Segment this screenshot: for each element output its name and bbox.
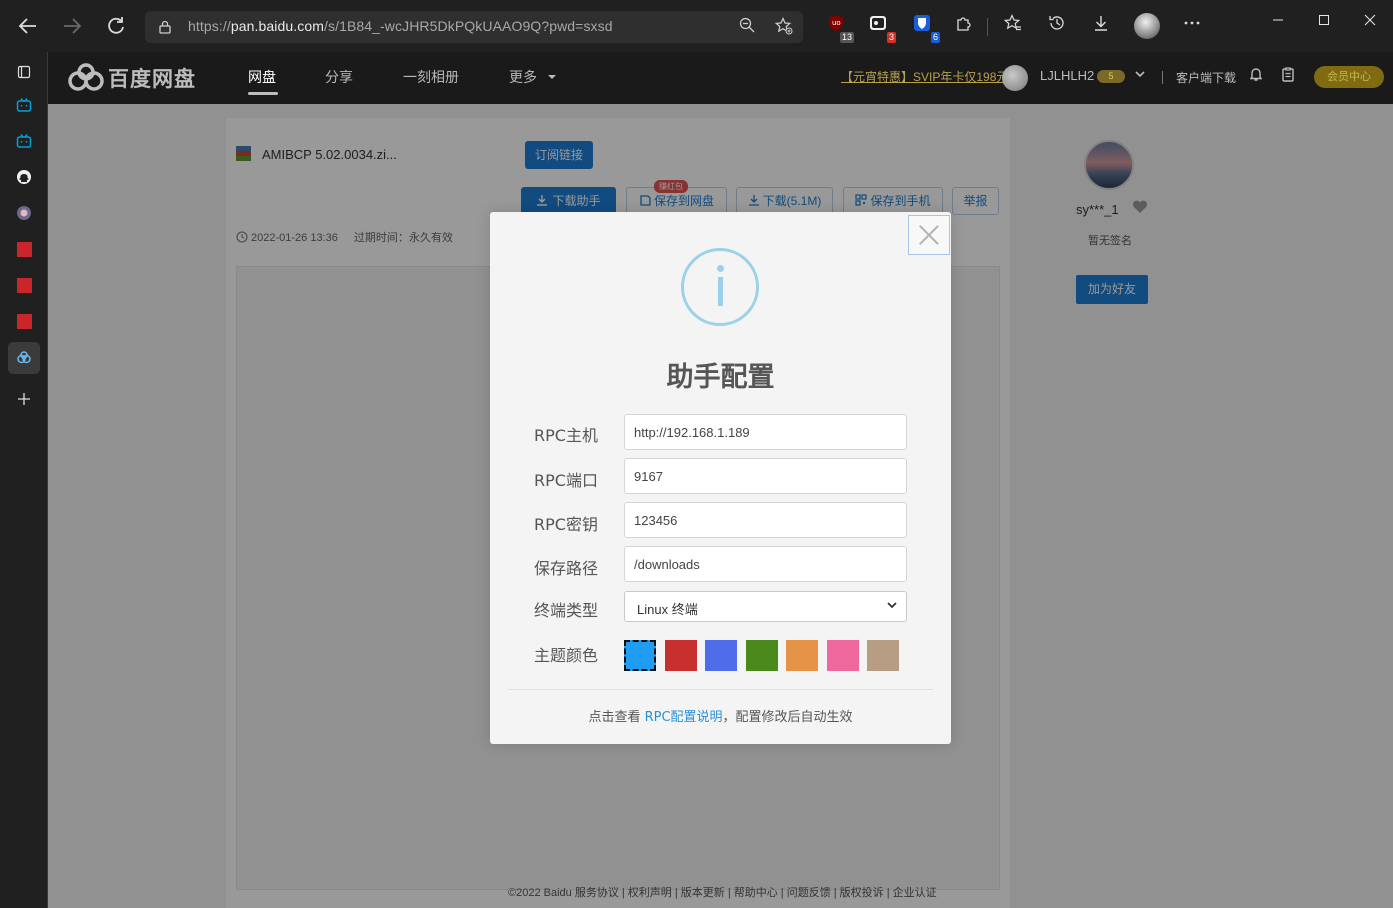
logo-text[interactable]: 百度网盘 xyxy=(108,63,196,93)
chevron-down-icon xyxy=(547,75,556,79)
profile-avatar[interactable] xyxy=(1134,13,1160,39)
theme-swatch-4[interactable] xyxy=(745,640,778,671)
nav-more[interactable]: 更多 xyxy=(509,67,557,87)
vip-center-button[interactable]: 会员中心 xyxy=(1314,66,1384,88)
notification-bell-icon[interactable] xyxy=(1246,66,1266,86)
bitwarden-badge: 6 xyxy=(930,32,940,43)
tab-baidu-pan[interactable] xyxy=(8,342,40,374)
header-divider xyxy=(1162,71,1163,84)
rpc-port-input[interactable] xyxy=(624,458,907,494)
refresh-icon[interactable] xyxy=(100,10,132,42)
tab-actions-icon[interactable] xyxy=(8,56,40,88)
user-avatar[interactable] xyxy=(1002,65,1028,91)
nav-share[interactable]: 分享 xyxy=(325,67,353,87)
terminal-type-label: 终端类型 xyxy=(534,601,599,620)
tab-bilibili-2[interactable] xyxy=(8,125,40,157)
clipboard-icon[interactable] xyxy=(1278,66,1298,86)
rpc-secret-input[interactable] xyxy=(624,502,907,538)
bitwarden-icon[interactable]: 6 xyxy=(910,14,940,43)
promo-link[interactable]: 【元宵特惠】SVIP年卡仅198元 xyxy=(841,68,1008,85)
helper-config-modal: 助手配置 RPC主机 RPC端口 RPC密钥 保存路径 终端类型 Linux 终… xyxy=(490,212,951,744)
zoom-out-icon[interactable] xyxy=(737,17,757,37)
lock-icon xyxy=(159,20,171,34)
address-bar[interactable]: https://pan.baidu.com/s/1B84_-wcJHR5DkPQ… xyxy=(145,11,803,43)
modal-divider xyxy=(508,689,933,690)
terminal-type-value: Linux 终端 xyxy=(637,602,698,617)
capture-icon[interactable]: 3 xyxy=(866,14,896,43)
rpc-port-label: RPC端口 xyxy=(534,471,598,490)
nav-active-indicator xyxy=(248,92,278,95)
new-tab-icon[interactable] xyxy=(8,383,40,415)
rpc-host-label: RPC主机 xyxy=(534,426,598,445)
site-header: 百度网盘 网盘 分享 一刻相册 更多 【元宵特惠】SVIP年卡仅198元 LJL… xyxy=(48,52,1393,104)
capture-badge: 3 xyxy=(886,32,896,43)
theme-color-label: 主题颜色 xyxy=(534,646,599,665)
vertical-tabs-sidebar xyxy=(0,52,48,908)
url-text: https://pan.baidu.com/s/1B84_-wcJHR5DkPQ… xyxy=(188,18,613,34)
minimize-icon[interactable] xyxy=(1258,10,1298,36)
tab-cn-site-3[interactable] xyxy=(8,305,40,337)
baidu-pan-logo-icon[interactable] xyxy=(66,62,106,94)
rpc-host-input[interactable] xyxy=(624,414,907,450)
theme-swatch-7[interactable] xyxy=(867,640,899,671)
theme-swatch-2[interactable] xyxy=(664,640,697,671)
nav-album[interactable]: 一刻相册 xyxy=(403,67,459,87)
more-menu-icon[interactable] xyxy=(1180,14,1204,38)
theme-swatch-1[interactable] xyxy=(624,640,656,671)
extensions-puzzle-icon[interactable] xyxy=(952,14,976,38)
rpc-config-doc-link[interactable]: RPC配置说明 xyxy=(645,710,723,725)
modal-footer: 点击查看 RPC配置说明，配置修改后自动生效 xyxy=(588,710,853,725)
theme-swatch-6[interactable] xyxy=(826,640,859,671)
theme-swatch-5[interactable] xyxy=(786,640,818,671)
nav-pan[interactable]: 网盘 xyxy=(248,67,276,87)
svg-text:uo: uo xyxy=(832,19,841,27)
theme-swatch-3[interactable] xyxy=(705,640,737,671)
tab-site-mascot[interactable] xyxy=(8,197,40,229)
close-window-icon[interactable] xyxy=(1350,10,1390,36)
modal-title: 助手配置 xyxy=(666,362,775,393)
tab-cn-site-2[interactable] xyxy=(8,269,40,301)
close-icon[interactable] xyxy=(908,215,950,255)
info-icon xyxy=(681,248,759,326)
chevron-down-icon xyxy=(887,602,897,609)
user-menu-chevron-icon[interactable] xyxy=(1130,66,1150,86)
rpc-secret-label: RPC密钥 xyxy=(534,515,598,534)
maximize-icon[interactable] xyxy=(1304,10,1344,36)
add-favorite-icon[interactable] xyxy=(774,17,794,37)
back-icon[interactable] xyxy=(12,10,44,42)
save-path-input[interactable] xyxy=(624,546,907,582)
ublock-badge: 13 xyxy=(839,32,854,43)
favorites-icon[interactable] xyxy=(1001,14,1025,38)
vip-level-badge: 5 xyxy=(1097,70,1125,83)
downloads-icon[interactable] xyxy=(1089,14,1113,38)
tab-bilibili-1[interactable] xyxy=(8,89,40,121)
save-path-label: 保存路径 xyxy=(534,559,599,578)
browser-toolbar: https://pan.baidu.com/s/1B84_-wcJHR5DkPQ… xyxy=(0,0,1393,52)
ublock-icon[interactable]: uo 13 xyxy=(824,14,854,43)
toolbar-divider xyxy=(987,18,988,36)
terminal-type-select[interactable]: Linux 终端 xyxy=(624,591,907,622)
tab-github[interactable] xyxy=(8,161,40,193)
tab-cn-site-1[interactable] xyxy=(8,233,40,265)
user-name[interactable]: LJLHLH2 xyxy=(1040,68,1094,83)
forward-icon[interactable] xyxy=(56,10,88,42)
client-download-link[interactable]: 客户端下载 xyxy=(1176,69,1236,86)
history-icon[interactable] xyxy=(1045,14,1069,38)
